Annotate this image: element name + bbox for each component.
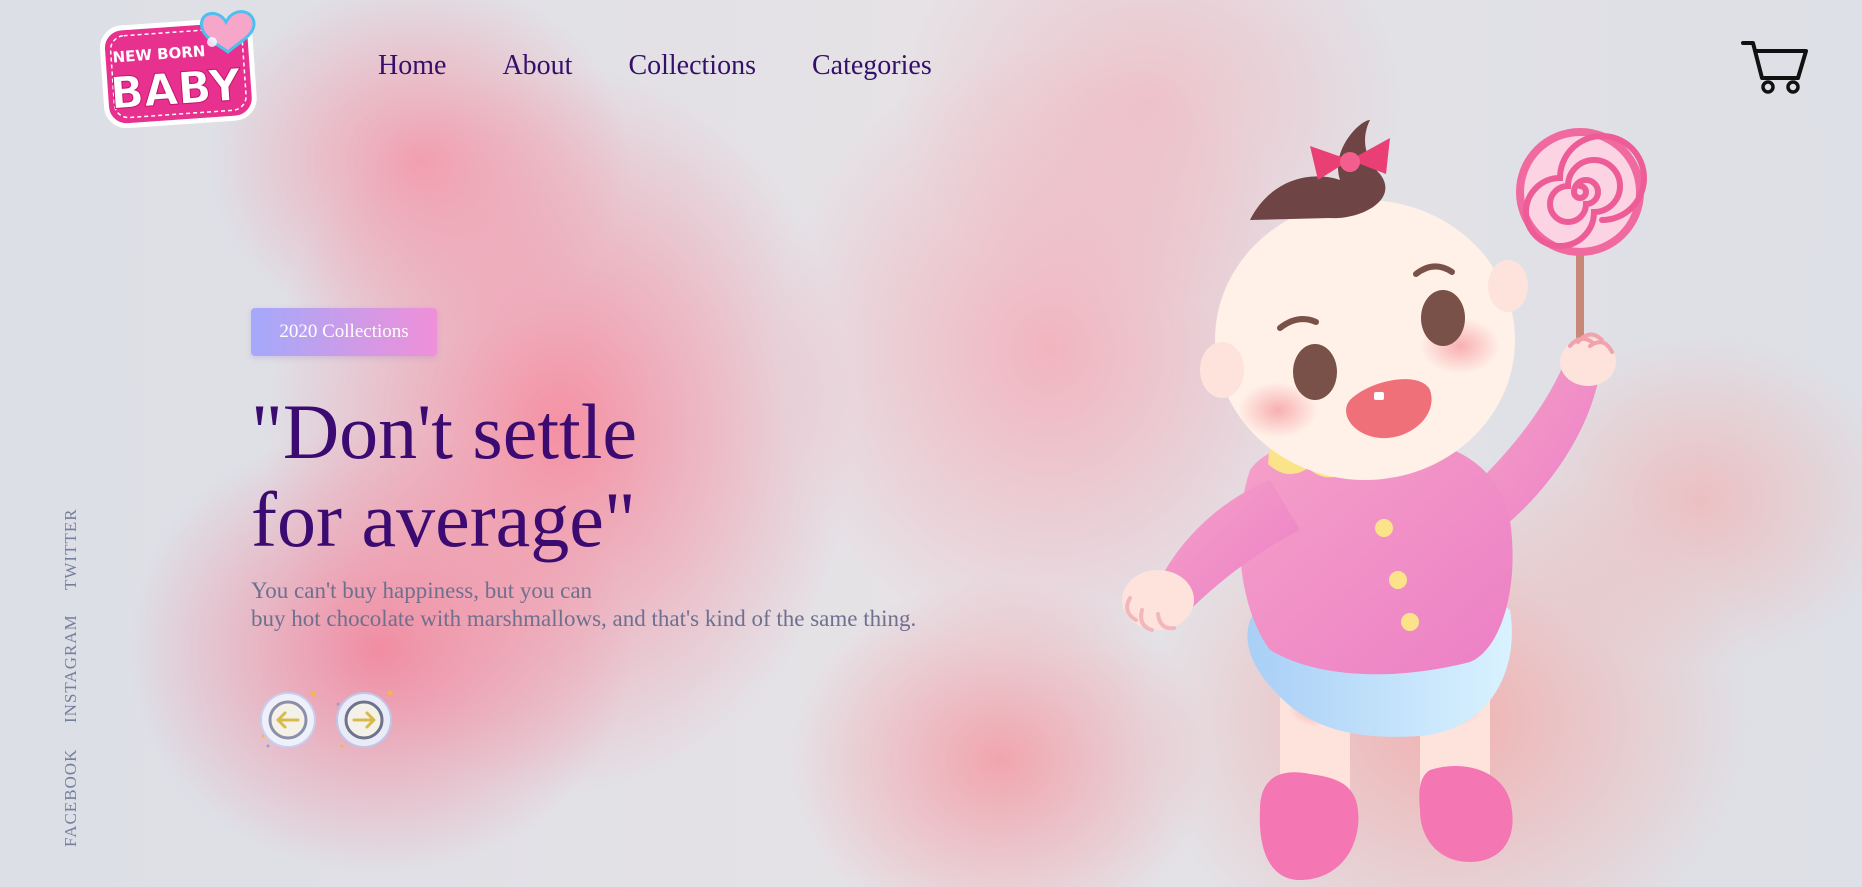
- subtext-line-2: buy hot chocolate with marshmallows, and…: [251, 606, 917, 631]
- collections-badge-button[interactable]: 2020 Collections: [251, 308, 437, 356]
- social-link-twitter[interactable]: TWITTER: [61, 508, 81, 590]
- previous-slide-button[interactable]: [258, 690, 318, 750]
- social-link-instagram[interactable]: INSTAGRAM: [61, 614, 81, 723]
- hero-subtext: You can't buy happiness, but you can buy…: [251, 577, 916, 633]
- hero-headline: "Don't settle for average": [251, 388, 637, 564]
- baby-with-lollipop-illustration: [1122, 120, 1647, 880]
- nav-home[interactable]: Home: [378, 50, 446, 82]
- nav-collections[interactable]: Collections: [628, 50, 756, 82]
- subtext-line-1: You can't buy happiness, but you can: [251, 578, 593, 603]
- arrow-right-icon: [336, 690, 393, 748]
- new-born-baby-logo[interactable]: NEW BORN BABY: [98, 8, 258, 128]
- social-link-facebook[interactable]: FACEBOOK: [61, 749, 81, 847]
- shopping-cart-icon[interactable]: [1740, 36, 1810, 96]
- headline-line-2: for average": [251, 476, 636, 563]
- next-slide-button[interactable]: [334, 690, 394, 750]
- svg-text:BABY: BABY: [109, 60, 244, 120]
- nav-categories[interactable]: Categories: [812, 50, 932, 82]
- nav-about[interactable]: About: [502, 50, 572, 82]
- main-nav: Home About Collections Categories: [378, 50, 932, 82]
- headline-line-1: "Don't settle: [251, 388, 638, 475]
- arrow-left-icon: [260, 691, 316, 748]
